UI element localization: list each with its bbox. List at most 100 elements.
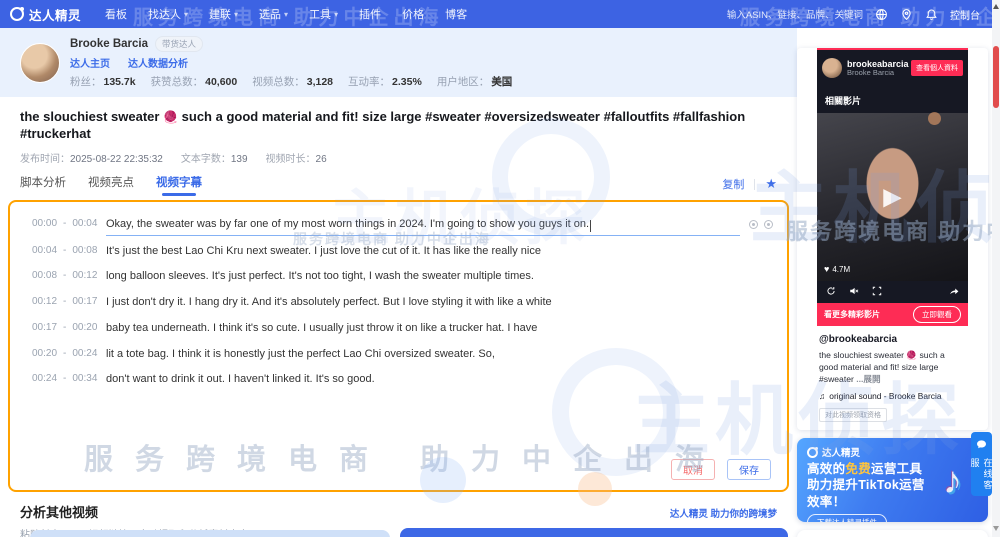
- nav-item-8[interactable]: 博客: [445, 6, 467, 22]
- watch-more-label: 看更多精彩影片: [824, 309, 880, 320]
- creator-homepage-link[interactable]: 达人主页: [70, 55, 110, 70]
- tab-1[interactable]: 脚本分析: [20, 174, 66, 195]
- text-cursor: [590, 220, 591, 232]
- bottom-button-peek[interactable]: [400, 528, 788, 537]
- promo-card[interactable]: 达人精灵 高效的免费运营工具 助力提升TikTok运营 效率！ 下载达人精灵插件…: [797, 438, 988, 522]
- yarn-emoji: 🧶: [163, 110, 178, 124]
- nav-item-label: 选品: [259, 6, 281, 22]
- meta-value: 139: [231, 154, 248, 165]
- location-pin-icon[interactable]: [900, 8, 913, 21]
- tab-2[interactable]: 视频亮点: [88, 174, 134, 195]
- meta-label: 文本字数：: [181, 154, 231, 165]
- profile-stat: 粉丝：135.7k: [70, 76, 136, 88]
- copy-button[interactable]: 复制: [722, 176, 744, 192]
- chevron-down-icon: ▾: [334, 10, 338, 19]
- watch-more-banner: 看更多精彩影片 立即觀看: [817, 303, 968, 326]
- stat-value: 3,128: [307, 76, 333, 88]
- active-tab-underline: [162, 193, 196, 196]
- globe-icon[interactable]: [875, 8, 888, 21]
- share-icon[interactable]: [949, 283, 959, 301]
- subtitle-text-field[interactable]: long balloon sleeves. It's just perfect.…: [106, 270, 773, 287]
- nav-right: 输入ASIN、链接、品牌、关键词 控制台: [727, 7, 990, 22]
- time-separator: -: [63, 218, 66, 229]
- nav-item-2[interactable]: 找达人▾: [148, 6, 188, 22]
- cancel-button[interactable]: 取消: [671, 459, 715, 480]
- nav-item-4[interactable]: 选品▾: [259, 6, 288, 22]
- embed-avatar[interactable]: [822, 58, 842, 78]
- caption-expand-link[interactable]: ...展開: [856, 374, 880, 384]
- favorite-star-icon[interactable]: ★: [765, 176, 777, 192]
- nav-item-3[interactable]: 建联▾: [209, 6, 238, 22]
- subtitle-text[interactable]: I just don't dry it. I hang dry it. And …: [106, 296, 552, 310]
- caption-handle[interactable]: @brookeabarcia: [819, 334, 966, 345]
- analyze-slogan: 达人精灵 助力你的跨境梦: [670, 506, 777, 520]
- nav-item-1[interactable]: 看板: [105, 6, 127, 22]
- subtitle-text-field[interactable]: Okay, the sweater was by far one of my m…: [106, 218, 740, 236]
- save-button[interactable]: 保存: [727, 459, 771, 480]
- creator-analytics-link[interactable]: 达人数据分析: [128, 55, 188, 70]
- subtitle-text-field[interactable]: lit a tote bag. I think it is honestly j…: [106, 348, 773, 365]
- subtitle-list: 00:00-00:04Okay, the sweater was by far …: [24, 218, 773, 390]
- sound-row[interactable]: ♫ original sound - Brooke Barcia: [819, 391, 966, 401]
- play-icon[interactable]: ▶: [883, 183, 901, 212]
- creator-avatar[interactable]: [20, 43, 60, 83]
- nav-item-label: 插件: [359, 6, 381, 22]
- fullscreen-icon[interactable]: [872, 283, 882, 301]
- creator-badge: 带货达人: [155, 36, 203, 52]
- time-separator: -: [63, 348, 66, 359]
- nav-item-7[interactable]: 价格: [402, 6, 424, 22]
- video-meta-item: 文本字数：139: [181, 154, 248, 165]
- scroll-up-arrow[interactable]: [993, 4, 999, 9]
- subtitle-text-field[interactable]: I just don't dry it. I hang dry it. And …: [106, 296, 773, 313]
- start-time: 00:12: [32, 296, 57, 307]
- mute-icon[interactable]: [849, 283, 859, 301]
- subtitle-text-field[interactable]: baby tea underneath. I think it's so cut…: [106, 322, 773, 339]
- player-controls: [817, 281, 968, 303]
- subtitle-text-field[interactable]: don't want to drink it out. I haven't li…: [106, 373, 773, 390]
- embed-header: brookeabarcia Brooke Barcia 查看個人資料: [817, 50, 968, 86]
- subtitle-text[interactable]: It's just the best Lao Chi Kru next swea…: [106, 245, 541, 259]
- time-separator: -: [63, 322, 66, 333]
- scroll-down-arrow[interactable]: [993, 526, 999, 531]
- subtitle-text-field[interactable]: It's just the best Lao Chi Kru next swea…: [106, 245, 773, 262]
- stat-label: 视频总数：: [252, 76, 305, 88]
- meta-label: 发布时间：: [20, 154, 70, 165]
- scroll-thumb[interactable]: [993, 46, 999, 108]
- online-service-label: 在线客服: [969, 458, 995, 496]
- tab-3[interactable]: 视频字幕: [156, 174, 202, 195]
- stat-value: 135.7k: [104, 76, 136, 88]
- chat-bubble-icon: [976, 437, 987, 455]
- divider: [754, 179, 755, 190]
- settings-icon[interactable]: [749, 220, 758, 229]
- like-count: ♥ 4.7M: [824, 264, 850, 274]
- nav-search[interactable]: 输入ASIN、链接、品牌、关键词: [727, 7, 863, 21]
- rating-card: 4.8/5 ★★★★★: [797, 530, 988, 537]
- subtitle-panel: 00:00-00:04Okay, the sweater was by far …: [8, 200, 789, 492]
- time-separator: -: [63, 373, 66, 384]
- subtitle-text[interactable]: long balloon sleeves. It's just perfect.…: [106, 270, 534, 284]
- bell-icon[interactable]: [925, 8, 938, 21]
- view-profile-button[interactable]: 查看個人資料: [911, 60, 963, 76]
- settings-icon[interactable]: [764, 220, 773, 229]
- main-content: Brooke Barcia 带货达人 达人主页 达人数据分析 粉丝：135.7k…: [0, 28, 797, 537]
- scrollbar[interactable]: [992, 0, 1000, 537]
- start-time: 00:24: [32, 373, 57, 384]
- embed-display-name: Brooke Barcia: [847, 69, 906, 78]
- video-player[interactable]: ▶ ♥ 4.7M: [817, 113, 968, 281]
- subtitle-text[interactable]: Okay, the sweater was by far one of my m…: [106, 218, 589, 232]
- end-time: 00:08: [72, 245, 97, 256]
- nav-item-label: 价格: [402, 6, 424, 22]
- console-link[interactable]: 控制台: [950, 7, 980, 22]
- brand-logo[interactable]: 达人精灵: [10, 5, 81, 24]
- replay-icon[interactable]: [826, 283, 836, 301]
- online-service-widget[interactable]: 在线客服: [971, 432, 992, 496]
- subtitle-text[interactable]: lit a tote bag. I think it is honestly j…: [106, 348, 495, 362]
- subtitle-text[interactable]: baby tea underneath. I think it's so cut…: [106, 322, 537, 336]
- watch-now-button[interactable]: 立即觀看: [913, 306, 961, 323]
- end-time: 00:20: [72, 322, 97, 333]
- nav-item-5[interactable]: 工具▾: [309, 6, 338, 22]
- download-plugin-button[interactable]: 下载达人精灵插件: [807, 514, 887, 522]
- subtitle-text[interactable]: don't want to drink it out. I haven't li…: [106, 373, 375, 387]
- nav-item-6[interactable]: 插件: [359, 6, 381, 22]
- top-navbar: 达人精灵 看板找达人▾建联▾选品▾工具▾插件价格博客 输入ASIN、链接、品牌、…: [0, 0, 1000, 28]
